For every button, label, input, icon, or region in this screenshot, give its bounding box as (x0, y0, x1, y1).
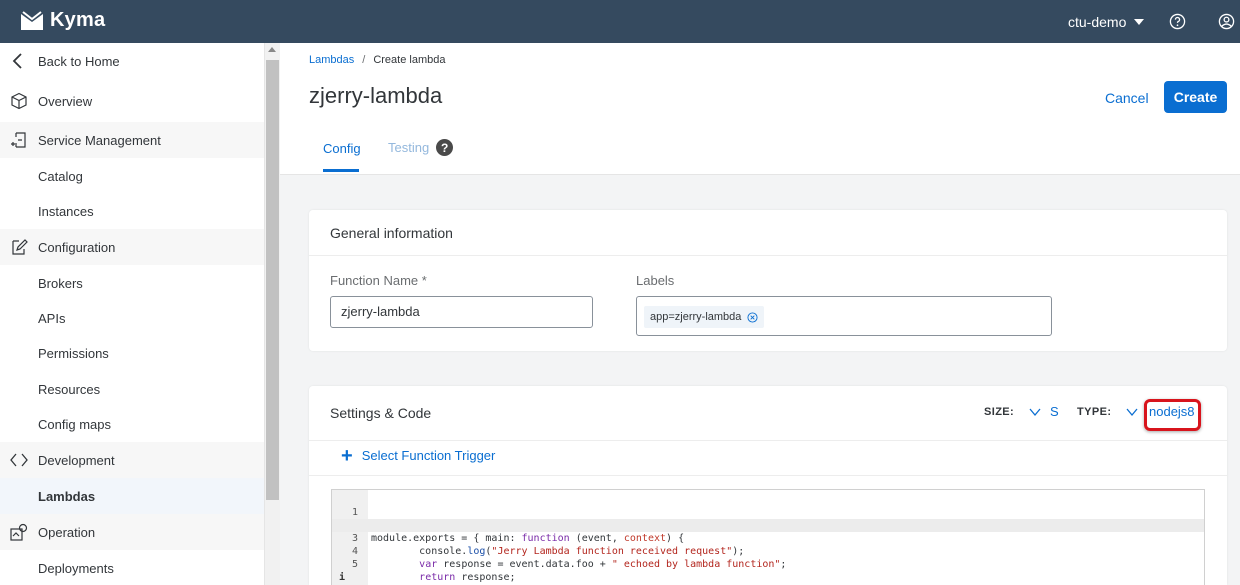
shell-bar: Kyma ctu-demo (0, 0, 1240, 43)
sidebar-item-label: Deployments (38, 560, 114, 576)
size-value-dropdown[interactable]: S (1050, 404, 1059, 419)
sidebar-item-config-maps[interactable]: Config maps (0, 406, 264, 442)
trigger-label: Select Function Trigger (361, 448, 496, 463)
sidebar-group-service-management[interactable]: Service Management (0, 122, 264, 158)
sidebar-item-label: Operation (38, 524, 96, 540)
sidebar-group-operation[interactable]: Operation (0, 514, 264, 550)
sidebar: Back to Home Overview Service Management… (0, 43, 280, 585)
divider (309, 440, 1227, 441)
sidebar-item-label: Back to Home (38, 53, 120, 69)
label-token: app=zjerry-lambda (644, 306, 765, 328)
help-question-icon[interactable]: ? (436, 139, 454, 156)
breadcrumb-lambdas-link[interactable]: Lambdas (309, 54, 354, 66)
breadcrumb-separator: / (362, 54, 366, 66)
brand-name: Kyma (50, 9, 106, 31)
page-header: Lambdas / Create lambda zjerry-lambda Canc… (280, 43, 1240, 175)
kyma-logo-icon (21, 10, 43, 30)
type-chevron-down-icon[interactable] (1126, 407, 1138, 417)
back-arrow-icon (0, 52, 38, 70)
code-line-active: 3 console.log("Jerry Lambda function rec… (332, 519, 1204, 557)
sidebar-item-label: Instances (38, 203, 94, 219)
sidebar-item-label: Configuration (38, 239, 116, 255)
panel-title: Settings & Code (330, 405, 432, 421)
active-tab-indicator (323, 169, 359, 172)
sidebar-item-label: Overview (38, 93, 93, 109)
user-icon[interactable] (1218, 13, 1235, 30)
type-label: TYPE: (1077, 406, 1112, 418)
sidebar-group-development[interactable]: Development (0, 442, 264, 478)
cube-icon (0, 92, 38, 110)
create-button[interactable]: Create (1164, 81, 1227, 113)
sidebar-item-label: Brokers (38, 275, 83, 291)
code-text: return response; (419, 572, 516, 583)
sidebar-item-label: Resources (38, 381, 101, 397)
code-line: 4 var response = event.data.foo + " echo… (332, 532, 1204, 570)
sidebar-group-configuration[interactable]: Configuration (0, 229, 264, 265)
sidebar-item-label: Catalog (38, 168, 83, 184)
code-line: i 6 } } (332, 558, 1204, 583)
settings-code-panel: Settings & Code SIZE: S TYPE: nodejs8 + … (309, 386, 1227, 585)
help-icon[interactable] (1169, 13, 1186, 30)
label-token-text: app=zjerry-lambda (650, 311, 742, 323)
size-label: SIZE: (984, 406, 1015, 418)
namespace-label: ctu-demo (1068, 14, 1127, 30)
labels-label: Labels (636, 273, 675, 288)
code-line: 5 return response; (332, 545, 1204, 583)
brand[interactable]: Kyma (20, 9, 105, 32)
tab-label: Testing (388, 140, 430, 155)
remove-label-icon[interactable] (747, 311, 758, 323)
annotation-highlight-box (1144, 399, 1201, 431)
scrollbar-thumb[interactable] (266, 60, 279, 500)
select-function-trigger-button[interactable]: + Select Function Trigger (341, 444, 496, 467)
sidebar-item-label: Development (38, 452, 115, 468)
size-chevron-down-icon[interactable] (1029, 407, 1041, 417)
divider (309, 255, 1227, 256)
general-information-panel: General information Function Name * zjer… (309, 210, 1227, 351)
sidebar-item-deployments[interactable]: Deployments (0, 550, 264, 585)
edit-config-icon (0, 238, 38, 256)
sidebar-item-resources[interactable]: Resources (0, 371, 264, 407)
page-title: zjerry-lambda (309, 83, 443, 108)
labels-input[interactable]: app=zjerry-lambda (636, 296, 1052, 336)
sidebar-item-lambdas[interactable]: Lambdas (0, 478, 264, 514)
sidebar-item-instances[interactable]: Instances (0, 193, 264, 229)
breadcrumb-current: Create lambda (373, 54, 446, 66)
sidebar-item-label: Service Management (38, 132, 161, 148)
code-brackets-icon (0, 451, 38, 469)
sidebar-item-back-to-home[interactable]: Back to Home (0, 43, 264, 79)
tab-config[interactable]: Config (323, 141, 361, 156)
tab-testing[interactable]: Testing ? (388, 139, 454, 156)
code-line: 1 ▼ module.exports = { main: function (e… (332, 493, 1204, 544)
code-line: 2 (332, 506, 1204, 531)
cancel-button[interactable]: Cancel (1095, 83, 1159, 113)
panel-title: General information (330, 225, 453, 241)
sidebar-item-apis[interactable]: APIs (0, 300, 264, 336)
sidebar-item-label: APIs (38, 310, 66, 326)
scroll-up-arrow-icon[interactable] (268, 47, 276, 52)
sidebar-item-catalog[interactable]: Catalog (0, 158, 264, 194)
function-name-label: Function Name * (330, 273, 427, 288)
service-icon (0, 131, 38, 149)
function-name-input[interactable]: zjerry-lambda (330, 296, 593, 328)
sidebar-item-label: Config maps (38, 416, 111, 432)
divider (309, 475, 1227, 476)
sidebar-item-label: Lambdas (38, 488, 96, 504)
sidebar-item-brokers[interactable]: Brokers (0, 265, 264, 301)
sidebar-item-label: Permissions (38, 345, 109, 361)
namespace-dropdown[interactable]: ctu-demo (1068, 14, 1145, 30)
caret-down-icon (1134, 19, 1145, 25)
plus-icon: + (341, 444, 353, 467)
operation-icon (0, 523, 38, 541)
sidebar-scrollbar[interactable] (264, 43, 280, 585)
info-icon[interactable]: i (339, 571, 345, 584)
code-editor[interactable]: 1 ▼ module.exports = { main: function (e… (331, 489, 1205, 585)
breadcrumb: Lambdas / Create lambda (309, 54, 445, 66)
sidebar-item-permissions[interactable]: Permissions (0, 335, 264, 371)
sidebar-item-overview[interactable]: Overview (0, 83, 264, 119)
